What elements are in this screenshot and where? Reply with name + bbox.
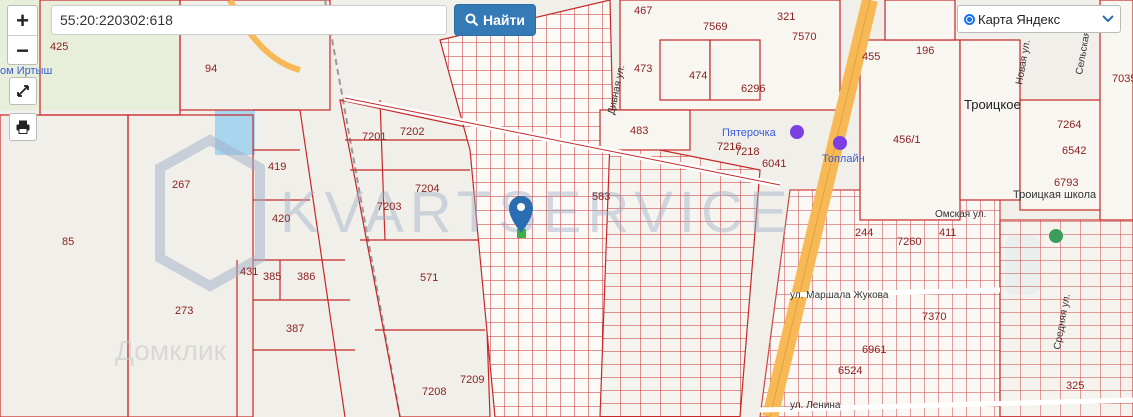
parcel-label: 244 [855, 227, 873, 239]
parcel-label: 6542 [1062, 145, 1086, 157]
watermark-text: KVARTSERVICE [280, 180, 794, 245]
watermark-brand: Домклик [115, 335, 227, 366]
parcel-label: 273 [175, 305, 193, 317]
parcel-label: 196 [916, 45, 934, 57]
print-button[interactable] [9, 113, 37, 141]
fullscreen-icon [17, 85, 29, 97]
parcel-label: 7204 [415, 183, 439, 195]
parcel-label: 7202 [400, 126, 424, 138]
poi-label: Троицкая школа [1013, 189, 1097, 201]
parcel-label: 387 [286, 323, 304, 335]
cadastral-map[interactable]: KVARTSERVICE Домклик 425 94 467 7569 757… [0, 0, 1133, 417]
parcel-label: 7218 [735, 146, 759, 158]
parcel-label: 7201 [362, 131, 386, 143]
parcel-label: 467 [634, 5, 652, 17]
search-box [51, 5, 447, 35]
map-layer-select[interactable]: Карта Яндекс [957, 5, 1121, 33]
parcel-label: 94 [205, 63, 217, 75]
parcel-label: 7209 [460, 374, 484, 386]
map-layer-label: Карта Яндекс [978, 11, 1061, 27]
parcel-label: 7203 [377, 201, 401, 213]
poi-label: Пятерочка [722, 127, 777, 139]
street-label: ул. Ленина [790, 400, 841, 411]
chevron-down-icon [1102, 15, 1114, 23]
parcel-label: 7264 [1057, 119, 1081, 131]
parcel-label: 6296 [741, 83, 765, 95]
zoom-out-button[interactable]: − [8, 35, 37, 65]
search-icon [465, 13, 479, 27]
parcel-label: 386 [297, 271, 315, 283]
search-button-label: Найти [483, 12, 525, 28]
parcel-label: 425 [50, 41, 68, 53]
parcel-label: 583 [592, 191, 610, 203]
parcel-label: 571 [420, 272, 438, 284]
parcel-label: 431 [240, 266, 258, 278]
parcel-label: 6961 [862, 344, 886, 356]
parcel-label: 6793 [1054, 177, 1078, 189]
parcel-label: 483 [630, 125, 648, 137]
parcel-label: 7569 [703, 21, 727, 33]
parcel-label: 7570 [792, 31, 816, 43]
parcel-label: 321 [777, 11, 795, 23]
parcel-label: 7035 [1112, 73, 1133, 85]
printer-icon [16, 120, 30, 134]
poi-label: ом Иртыш [0, 65, 52, 77]
parcel-label: 456/1 [893, 134, 921, 146]
parcel-label: 7208 [422, 386, 446, 398]
search-button[interactable]: Найти [454, 4, 536, 36]
zoom-in-button[interactable]: + [8, 6, 37, 35]
parcel-label: 420 [272, 213, 290, 225]
search-input[interactable] [52, 6, 446, 34]
place-label: Троицкое [964, 97, 1021, 112]
street-label: ул. Маршала Жукова [790, 290, 889, 301]
street-label: Омская ул. [935, 209, 986, 220]
parcel-label: 7260 [897, 236, 921, 248]
parcel-label: 411 [939, 227, 957, 239]
fullscreen-button[interactable] [9, 77, 37, 105]
parcel-label: 6041 [762, 158, 786, 170]
poi-label: Топлайн [822, 153, 865, 165]
parcel-label: 267 [172, 179, 190, 191]
zoom-control: + − [7, 5, 38, 65]
parcel-label: 455 [862, 51, 880, 63]
parcel-label: 474 [689, 70, 707, 82]
parcel-label: 85 [62, 236, 74, 248]
parcel-label: 6524 [838, 365, 862, 377]
radio-selected-icon [964, 13, 975, 25]
parcel-label: 385 [263, 271, 281, 283]
parcel-label: 419 [268, 161, 286, 173]
parcel-label: 325 [1066, 380, 1084, 392]
parcel-label: 7370 [922, 311, 946, 323]
parcel-label: 473 [634, 63, 652, 75]
